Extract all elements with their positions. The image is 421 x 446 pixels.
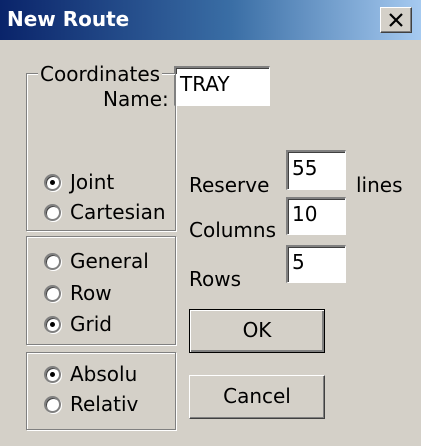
radio-grid-label[interactable]: Grid — [70, 312, 112, 336]
new-route-dialog: New Route Name: TRAY Coordinates Joint C… — [0, 0, 421, 446]
rows-label: Rows — [189, 267, 242, 291]
radio-row[interactable] — [44, 285, 61, 302]
cancel-button[interactable]: Cancel — [189, 375, 325, 419]
close-button[interactable] — [380, 7, 412, 33]
radio-joint[interactable] — [44, 174, 61, 191]
radio-absolute[interactable] — [44, 366, 61, 383]
ok-button[interactable]: OK — [189, 309, 325, 353]
coordinates-group-legend: Coordinates — [38, 62, 163, 86]
radio-relative[interactable] — [44, 396, 61, 413]
radio-relative-label[interactable]: Relativ — [70, 392, 168, 416]
radio-general[interactable] — [44, 253, 61, 270]
radio-cartesian-label[interactable]: Cartesian — [70, 200, 166, 224]
columns-label: Columns — [189, 218, 277, 242]
radio-grid[interactable] — [44, 316, 61, 333]
reserve-input[interactable]: 55 — [286, 150, 346, 190]
radio-row-label[interactable]: Row — [70, 281, 112, 305]
title-bar[interactable]: New Route — [0, 0, 421, 40]
radio-joint-label[interactable]: Joint — [70, 170, 114, 194]
columns-input[interactable]: 10 — [286, 197, 346, 235]
window-title: New Route — [7, 7, 130, 31]
radio-general-label[interactable]: General — [70, 249, 149, 273]
rows-input[interactable]: 5 — [286, 245, 346, 283]
radio-absolute-label[interactable]: Absolu — [70, 362, 168, 386]
radio-cartesian[interactable] — [44, 204, 61, 221]
name-input[interactable]: TRAY — [174, 66, 270, 106]
reserve-unit-label: lines — [356, 173, 403, 197]
reserve-label: Reserve — [189, 173, 270, 197]
close-x-icon — [389, 13, 403, 27]
